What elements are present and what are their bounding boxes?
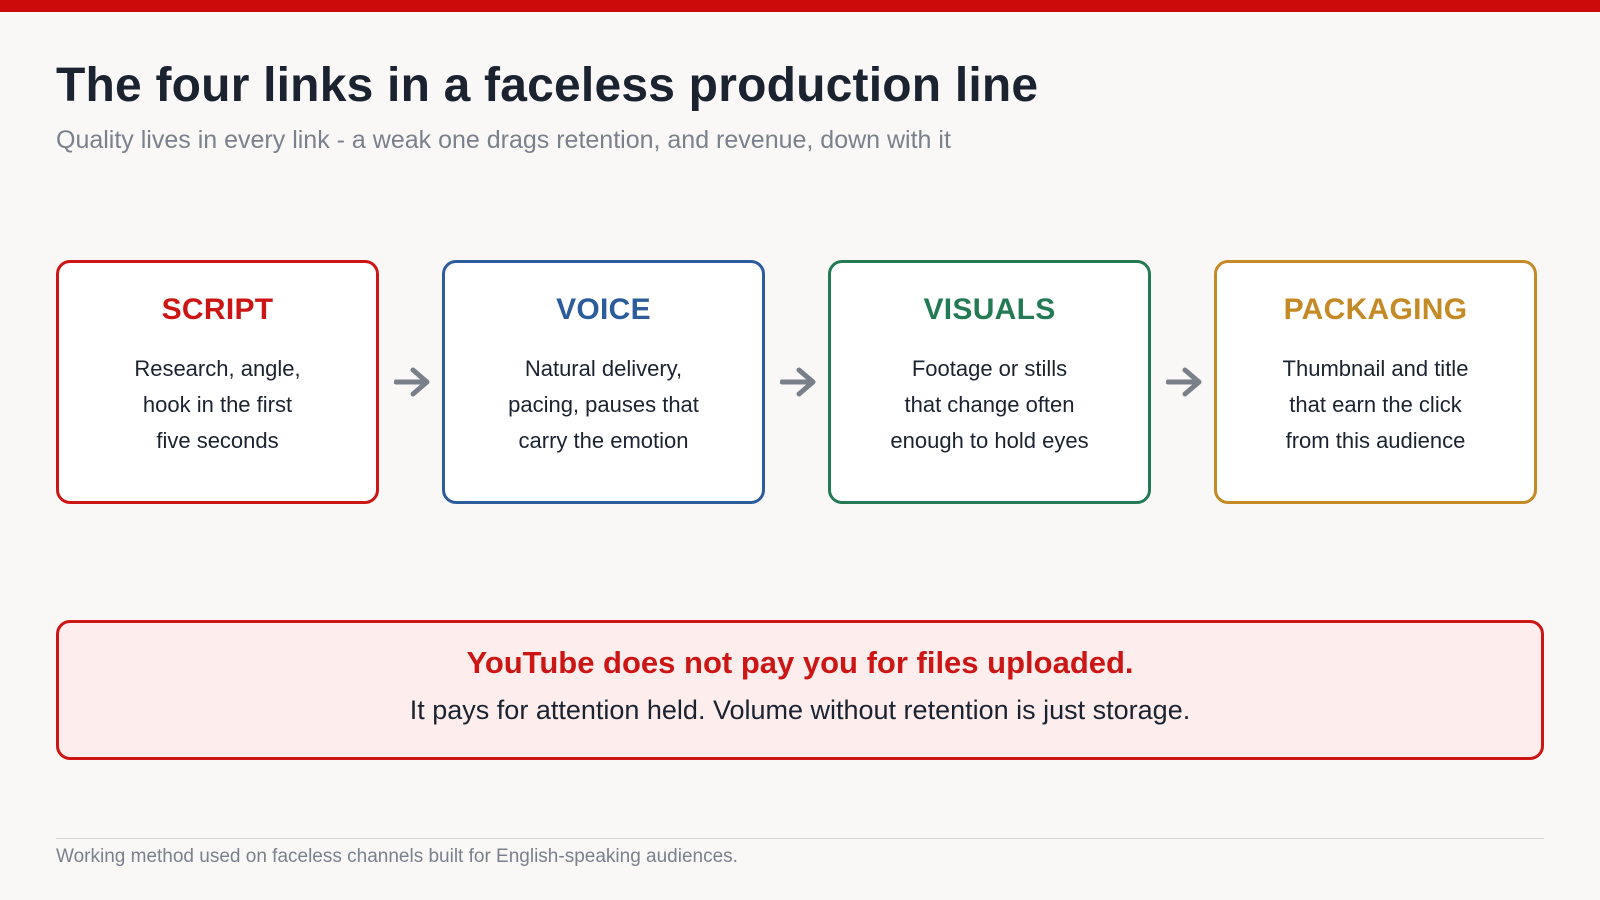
step-packaging-description: Thumbnail and title that earn the click … (1251, 351, 1501, 459)
step-voice-line: carry the emotion (518, 428, 689, 453)
arrow-right-icon (780, 367, 816, 397)
step-visuals-card: VISUALS Footage or stills that change of… (828, 260, 1151, 504)
production-line-diagram: SCRIPT Research, angle, hook in the firs… (56, 260, 1544, 510)
step-voice-line: Natural delivery, (524, 356, 683, 381)
top-accent-bar (0, 0, 1600, 12)
callout-body: It pays for attention held. Volume witho… (409, 695, 1191, 725)
step-packaging-card: PACKAGING Thumbnail and title that earn … (1214, 260, 1537, 504)
callout-headline: YouTube does not pay you for files uploa… (466, 645, 1134, 680)
page-title: The four links in a faceless production … (56, 59, 1039, 112)
step-voice-title: VOICE (556, 293, 651, 326)
step-packaging-line: that earn the click (1289, 392, 1462, 417)
step-script-description: Research, angle, hook in the first five … (93, 351, 343, 459)
step-visuals-description: Footage or stills that change often enou… (865, 351, 1115, 459)
step-visuals-title: VISUALS (923, 293, 1056, 326)
step-packaging-line: from this audience (1285, 428, 1466, 453)
step-script-card: SCRIPT Research, angle, hook in the firs… (56, 260, 379, 504)
step-script-line: hook in the first (142, 392, 293, 417)
step-script-line: five seconds (156, 428, 279, 453)
step-visuals-line: enough to hold eyes (890, 428, 1089, 453)
step-packaging-title: PACKAGING (1283, 293, 1468, 326)
page-subtitle: Quality lives in every link - a weak one… (56, 126, 951, 154)
step-script-line: Research, angle, (134, 356, 301, 381)
footer-note: Working method used on faceless channels… (56, 846, 738, 867)
step-visuals-line: that change often (904, 392, 1075, 417)
footer-divider (56, 838, 1544, 839)
arrow-right-icon (1166, 367, 1202, 397)
step-voice-description: Natural delivery, pacing, pauses that ca… (479, 351, 729, 459)
step-visuals-line: Footage or stills (911, 356, 1068, 381)
arrow-right-icon (394, 367, 430, 397)
step-script-title: SCRIPT (161, 293, 274, 326)
step-voice-card: VOICE Natural delivery, pacing, pauses t… (442, 260, 765, 504)
key-message-callout: YouTube does not pay you for files uploa… (56, 620, 1544, 760)
step-voice-line: pacing, pauses that (508, 392, 699, 417)
step-packaging-line: Thumbnail and title (1282, 356, 1469, 381)
